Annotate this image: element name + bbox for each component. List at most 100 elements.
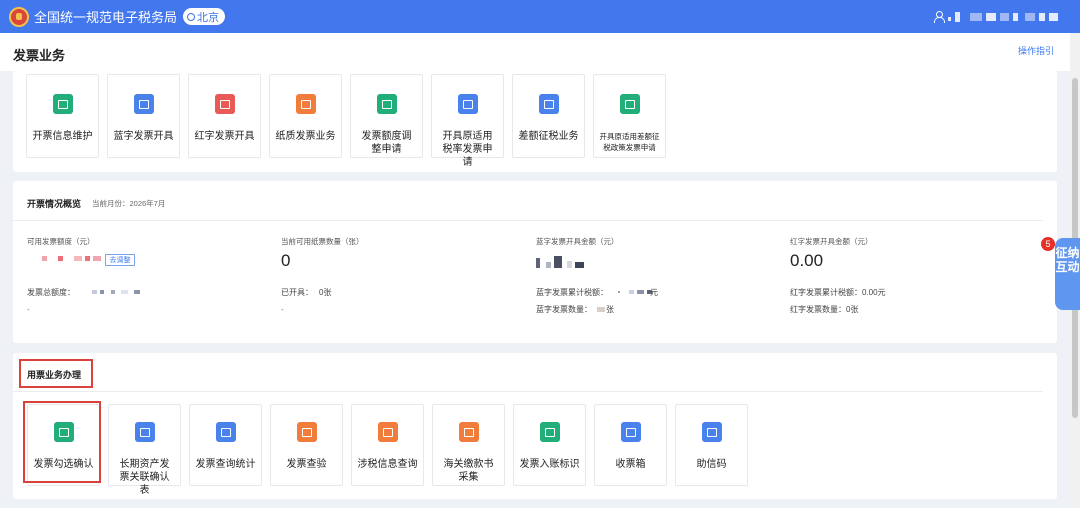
adjust-quota-button[interactable]: 去调整 (105, 254, 135, 266)
divider (13, 220, 1043, 221)
tile-blue-invoice[interactable]: 蓝字发票开具 (107, 74, 180, 158)
redacted-value (536, 256, 584, 268)
inbox-icon (620, 422, 641, 442)
tile-label: 差额征税业务 (518, 131, 579, 142)
tile-label: 开具原适用差额征税政策发票申请 (599, 132, 660, 152)
invoice-info-icon (52, 94, 73, 114)
blue-count-label: 蓝字发票数量： (536, 305, 592, 314)
paper-invoice-count-label: 当前可用纸票数量（张） (281, 237, 364, 246)
issued-label: 已开具： (281, 288, 313, 297)
tile-customs-payment[interactable]: 海关缴款书采集 (432, 404, 505, 486)
tile-differential-tax[interactable]: 差额征税业务 (512, 74, 585, 158)
tile-label: 发票查验 (286, 459, 327, 470)
tile-invoice-verify[interactable]: 发票查验 (270, 404, 343, 486)
tile-red-invoice[interactable]: 红字发票开具 (188, 74, 261, 158)
accounting-mark-icon (539, 422, 560, 442)
redacted-text (970, 12, 982, 21)
help-link[interactable]: 操作指引 (1018, 44, 1054, 57)
redacted-text (1000, 12, 1009, 21)
region-selector[interactable]: 北京 (183, 8, 226, 25)
tile-accounting-mark[interactable]: 发票入账标识 (513, 404, 586, 486)
tile-qr-code[interactable]: 助信码 (675, 404, 748, 486)
available-quota-label: 可用发票额度（元） (27, 237, 95, 246)
redacted-text (1049, 12, 1058, 21)
tile-label: 开票信息维护 (32, 131, 93, 142)
redacted-value (597, 307, 605, 312)
current-month: 当前月份：2026年7月 (92, 199, 166, 208)
invoice-query-icon (215, 422, 236, 442)
paper-invoice-icon (295, 94, 316, 114)
redacted-text (955, 11, 960, 22)
red-invoice-amount: 0.00 (790, 251, 824, 270)
quota-adjust-icon (376, 94, 397, 114)
tax-info-query-icon (377, 422, 398, 442)
interaction-tab[interactable]: 征纳互动 (1055, 238, 1080, 310)
red-invoice-amount-label: 红字发票开具金额（元） (790, 237, 873, 246)
qr-code-icon (701, 422, 722, 442)
divider (13, 391, 1043, 392)
differential-policy-icon (619, 94, 640, 114)
overview-card (13, 181, 1057, 343)
invoice-functions-card: 开票信息维护 蓝字发票开具 红字发票开具 纸质发票业务 发票额度调整申请 开具原… (13, 71, 1057, 172)
blue-invoice-amount-label: 蓝字发票开具金额（元） (536, 237, 619, 246)
tile-highlight-box (23, 401, 101, 483)
redacted-value (618, 290, 652, 294)
region-label: 北京 (197, 11, 220, 24)
overview-title: 开票情况概览 (27, 199, 82, 209)
tile-long-term-asset[interactable]: 长期资产发票关联确认表 (108, 404, 181, 496)
redacted-text (1025, 12, 1035, 21)
location-icon (187, 12, 196, 21)
original-rate-icon (457, 94, 478, 114)
tile-inbox[interactable]: 收票箱 (594, 404, 667, 486)
blue-count-unit: 张 (606, 305, 614, 314)
tile-label: 长期资产发票关联确认表 (119, 459, 170, 496)
tile-quota-adjust[interactable]: 发票额度调整申请 (350, 74, 423, 158)
redacted-text (986, 12, 996, 21)
blue-invoice-icon (133, 94, 154, 114)
user-menu[interactable] (933, 11, 1058, 23)
page-header: 发票业务 操作指引 (0, 33, 1080, 71)
tile-label: 助信码 (696, 459, 727, 470)
paper-invoice-count: 0 (281, 251, 291, 270)
tile-label: 红字发票开具 (194, 131, 255, 142)
tile-label: 开具原适用税率发票申请 (442, 131, 493, 168)
user-icon (933, 11, 945, 23)
invoice-verify-icon (296, 422, 317, 442)
redacted-text (1013, 12, 1018, 21)
differential-tax-icon (538, 94, 559, 114)
tax-emblem-icon (9, 6, 29, 27)
long-term-asset-icon (134, 422, 155, 442)
tile-label: 蓝字发票开具 (113, 131, 174, 142)
tile-label: 发票额度调整申请 (361, 131, 412, 155)
redacted-value (42, 256, 114, 261)
tile-tax-info-query[interactable]: 涉税信息查询 (351, 404, 424, 486)
top-bar: 全国统一规范电子税务局 北京 (0, 0, 1080, 33)
red-tax-total: 红字发票累计税额：0.00元 (790, 288, 886, 297)
tile-label: 纸质发票业务 (275, 131, 336, 142)
placeholder-dash: - (281, 305, 284, 314)
section-highlight-box (19, 359, 93, 388)
tile-paper-invoice[interactable]: 纸质发票业务 (269, 74, 342, 158)
redacted-text (1039, 12, 1045, 21)
app-title: 全国统一规范电子税务局 (34, 10, 178, 25)
redacted-value (92, 290, 140, 294)
page-title: 发票业务 (13, 48, 66, 63)
red-count: 红字发票数量：0张 (790, 305, 859, 314)
notification-badge: 5 (1041, 237, 1055, 251)
tile-invoice-query[interactable]: 发票查询统计 (189, 404, 262, 486)
tile-differential-policy[interactable]: 开具原适用差额征税政策发票申请 (593, 74, 666, 158)
tile-invoice-info[interactable]: 开票信息维护 (26, 74, 99, 158)
redacted-text (948, 16, 951, 21)
total-quota-label: 发票总额度： (27, 288, 75, 297)
tile-label: 发票查询统计 (195, 459, 256, 470)
issued-value: 0张 (319, 288, 332, 297)
customs-payment-icon (458, 422, 479, 442)
red-invoice-icon (214, 94, 235, 114)
tile-original-rate[interactable]: 开具原适用税率发票申请 (431, 74, 504, 168)
tile-label: 海关缴款书采集 (443, 459, 494, 483)
tile-label: 发票入账标识 (519, 459, 580, 470)
placeholder-dash: - (27, 305, 30, 314)
blue-tax-label: 蓝字发票累计税额： (536, 288, 608, 297)
tile-label: 涉税信息查询 (357, 459, 418, 470)
blue-tax-unit: 元 (650, 288, 658, 297)
